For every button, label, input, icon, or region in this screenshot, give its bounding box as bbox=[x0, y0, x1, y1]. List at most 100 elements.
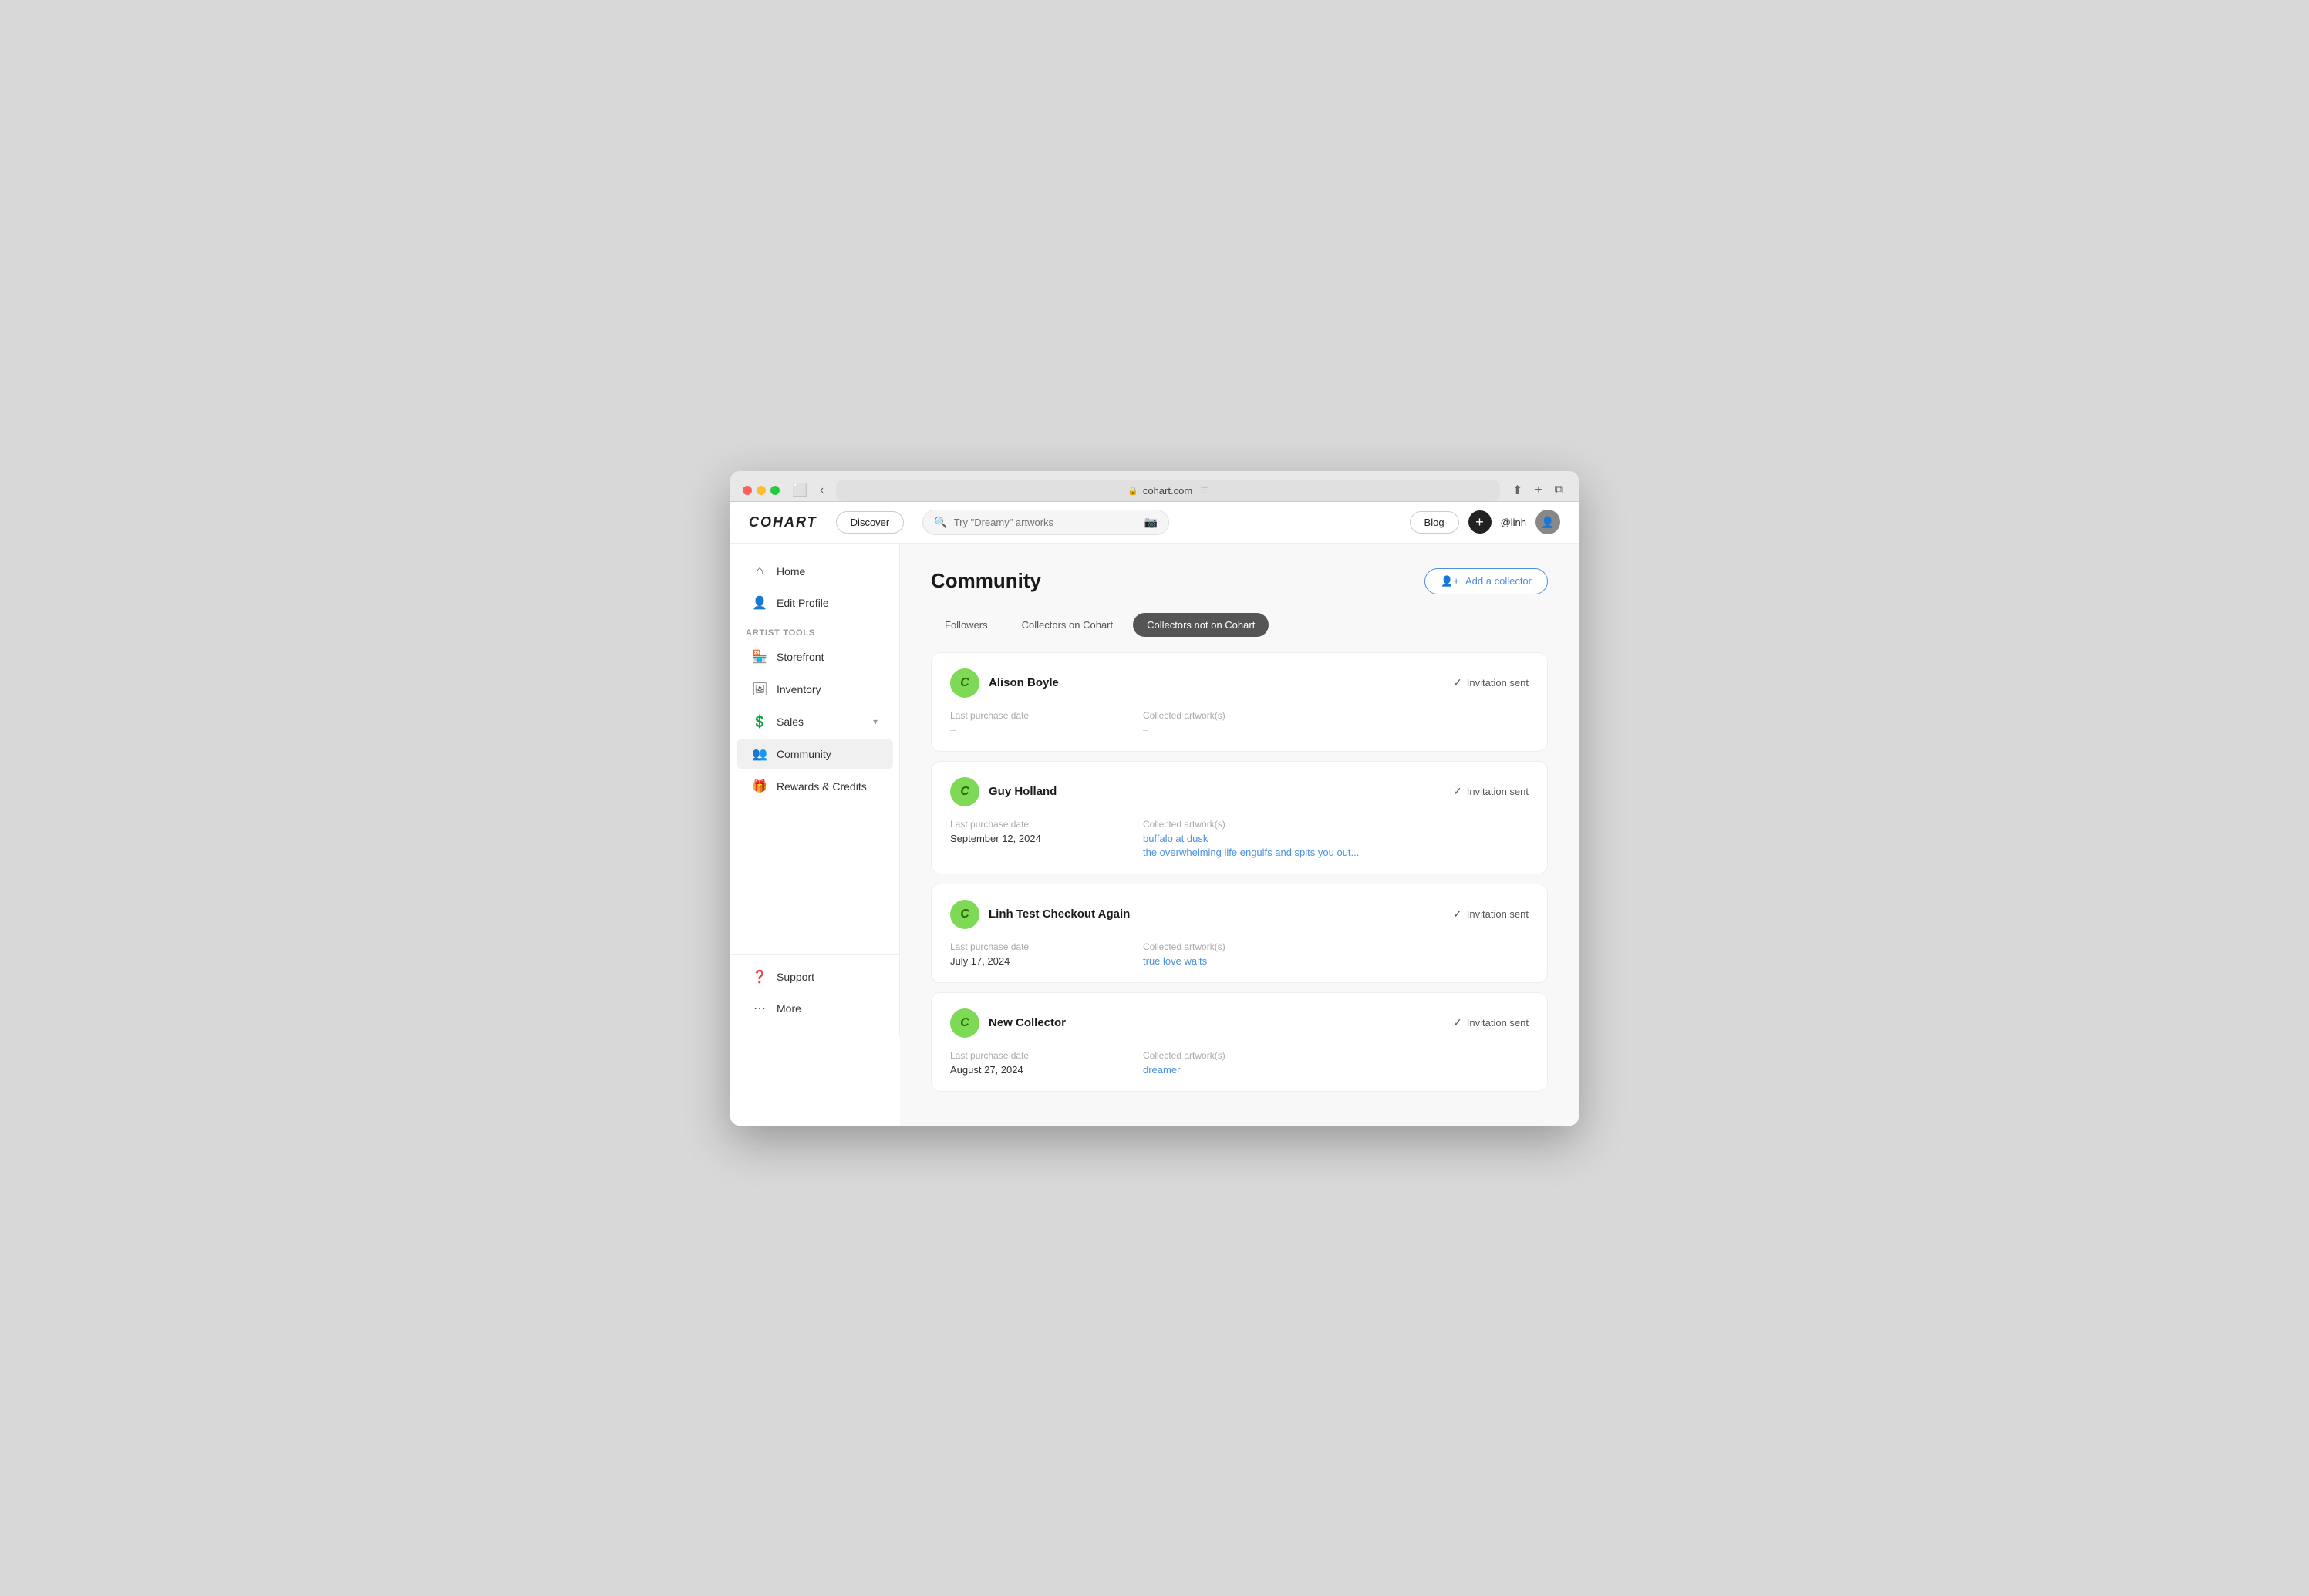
collected-artworks-field: Collected artwork(s) buffalo at dusk the … bbox=[1143, 819, 1359, 858]
card-bottom: Last purchase date – Collected artwork(s… bbox=[950, 710, 1529, 736]
sidebar-item-support[interactable]: ❓ Support bbox=[737, 961, 893, 992]
sidebar-item-edit-profile[interactable]: 👤 Edit Profile bbox=[737, 588, 893, 618]
tab-collectors-not-on-cohart[interactable]: Collectors not on Cohart bbox=[1133, 613, 1269, 637]
search-bar[interactable]: 🔍 📷 bbox=[922, 510, 1169, 535]
sidebar-more-label: More bbox=[777, 1002, 801, 1015]
artwork-link[interactable]: buffalo at dusk bbox=[1143, 833, 1359, 844]
invitation-status: ✓ Invitation sent bbox=[1453, 907, 1529, 921]
sidebar-sales-label: Sales bbox=[777, 716, 804, 728]
collected-artworks-label: Collected artwork(s) bbox=[1143, 819, 1359, 830]
card-bottom: Last purchase date August 27, 2024 Colle… bbox=[950, 1050, 1529, 1076]
collected-artworks-label: Collected artwork(s) bbox=[1143, 1050, 1336, 1061]
collector-avatar: C bbox=[950, 900, 979, 929]
collected-artworks-field: Collected artwork(s) dreamer bbox=[1143, 1050, 1336, 1076]
last-purchase-label: Last purchase date bbox=[950, 819, 1143, 830]
search-input[interactable] bbox=[954, 517, 1138, 528]
tab-followers[interactable]: Followers bbox=[931, 613, 1002, 637]
close-traffic-light[interactable] bbox=[743, 486, 752, 495]
url-text: cohart.com bbox=[1143, 485, 1192, 497]
collector-info: C Alison Boyle bbox=[950, 668, 1059, 698]
page-header: Community 👤+ Add a collector bbox=[931, 568, 1548, 594]
last-purchase-label: Last purchase date bbox=[950, 941, 1143, 952]
collector-card: C Linh Test Checkout Again ✓ Invitation … bbox=[931, 884, 1548, 983]
add-collector-label: Add a collector bbox=[1465, 575, 1532, 587]
avatar[interactable]: 👤 bbox=[1535, 510, 1560, 534]
collector-avatar: C bbox=[950, 1008, 979, 1038]
sidebar-item-storefront[interactable]: 🏪 Storefront bbox=[737, 641, 893, 672]
support-icon: ❓ bbox=[752, 969, 767, 985]
main-layout: ⌂ Home 👤 Edit Profile ARTIST TOOLS 🏪 Sto… bbox=[730, 544, 1579, 1126]
last-purchase-label: Last purchase date bbox=[950, 1050, 1143, 1061]
collectors-list: C Alison Boyle ✓ Invitation sent Last pu… bbox=[931, 652, 1548, 1092]
new-tab-button[interactable]: + bbox=[1532, 481, 1545, 500]
artwork-list: buffalo at dusk the overwhelming life eng… bbox=[1143, 833, 1359, 858]
minimize-traffic-light[interactable] bbox=[757, 486, 766, 495]
invitation-status-label: Invitation sent bbox=[1467, 786, 1529, 797]
collector-info: C Guy Holland bbox=[950, 777, 1057, 806]
sidebar-item-home[interactable]: ⌂ Home bbox=[737, 557, 893, 586]
search-icon: 🔍 bbox=[934, 516, 947, 529]
sidebar-home-label: Home bbox=[777, 565, 805, 577]
fullscreen-traffic-light[interactable] bbox=[770, 486, 780, 495]
reader-icon: ☰ bbox=[1200, 485, 1208, 496]
collector-name: New Collector bbox=[989, 1016, 1066, 1029]
tabs-button[interactable]: ⧉ bbox=[1552, 481, 1566, 500]
collector-card: C Guy Holland ✓ Invitation sent Last pur… bbox=[931, 761, 1548, 874]
sidebar-item-community[interactable]: 👥 Community bbox=[737, 739, 893, 769]
checkmark-icon: ✓ bbox=[1453, 907, 1462, 921]
add-button[interactable]: + bbox=[1468, 510, 1492, 534]
sidebar-storefront-label: Storefront bbox=[777, 651, 824, 663]
artwork-list: dreamer bbox=[1143, 1064, 1336, 1076]
sidebar-item-inventory[interactable]: 🖼 Inventory bbox=[737, 674, 893, 705]
collected-artworks-field: Collected artwork(s) – bbox=[1143, 710, 1336, 736]
collector-name: Alison Boyle bbox=[989, 676, 1059, 689]
last-purchase-label: Last purchase date bbox=[950, 710, 1143, 721]
artwork-link[interactable]: true love waits bbox=[1143, 955, 1336, 967]
top-nav: COHART Discover 🔍 📷 Blog + @linh 👤 bbox=[730, 502, 1579, 544]
collected-artworks-label: Collected artwork(s) bbox=[1143, 710, 1336, 721]
add-collector-icon: 👤+ bbox=[1441, 575, 1459, 588]
sidebar-toggle-button[interactable]: ⬜ bbox=[789, 481, 811, 500]
address-bar[interactable]: 🔒 cohart.com ☰ bbox=[836, 480, 1500, 501]
sidebar-item-more[interactable]: ⋯ More bbox=[737, 993, 893, 1024]
artist-tools-section: ARTIST TOOLS bbox=[730, 619, 899, 641]
collector-card: C New Collector ✓ Invitation sent Last p… bbox=[931, 992, 1548, 1092]
more-icon: ⋯ bbox=[752, 1001, 767, 1016]
main-content: Community 👤+ Add a collector FollowersCo… bbox=[900, 544, 1579, 1126]
last-purchase-field: Last purchase date July 17, 2024 bbox=[950, 941, 1143, 967]
blog-button[interactable]: Blog bbox=[1410, 511, 1459, 534]
card-top: C Linh Test Checkout Again ✓ Invitation … bbox=[950, 900, 1529, 929]
purchase-date-value: September 12, 2024 bbox=[950, 833, 1143, 844]
share-button[interactable]: ⬆ bbox=[1509, 481, 1525, 500]
checkmark-icon: ✓ bbox=[1453, 1016, 1462, 1029]
purchase-date-value: August 27, 2024 bbox=[950, 1064, 1143, 1076]
artwork-list: – bbox=[1143, 724, 1336, 736]
last-purchase-field: Last purchase date September 12, 2024 bbox=[950, 819, 1143, 844]
sidebar-rewards-label: Rewards & Credits bbox=[777, 780, 867, 793]
checkmark-icon: ✓ bbox=[1453, 676, 1462, 689]
sidebar-item-sales[interactable]: 💲 Sales ▾ bbox=[737, 706, 893, 737]
checkmark-icon: ✓ bbox=[1453, 785, 1462, 798]
traffic-lights bbox=[743, 486, 780, 495]
tab-collectors-on-cohart[interactable]: Collectors on Cohart bbox=[1008, 613, 1128, 637]
discover-button[interactable]: Discover bbox=[836, 511, 905, 534]
collector-card: C Alison Boyle ✓ Invitation sent Last pu… bbox=[931, 652, 1548, 752]
lock-icon: 🔒 bbox=[1128, 486, 1138, 496]
sidebar-item-rewards[interactable]: 🎁 Rewards & Credits bbox=[737, 771, 893, 802]
card-top: C Guy Holland ✓ Invitation sent bbox=[950, 777, 1529, 806]
sidebar-community-label: Community bbox=[777, 748, 831, 760]
purchase-date-value: July 17, 2024 bbox=[950, 955, 1143, 967]
home-icon: ⌂ bbox=[752, 564, 767, 578]
back-button[interactable]: ‹ bbox=[817, 481, 827, 500]
purchase-date-value: – bbox=[950, 724, 1143, 736]
inventory-icon: 🖼 bbox=[752, 682, 767, 697]
collected-artworks-field: Collected artwork(s) true love waits bbox=[1143, 941, 1336, 967]
username-label: @linh bbox=[1501, 517, 1526, 528]
artwork-link[interactable]: the overwhelming life engulfs and spits … bbox=[1143, 847, 1359, 858]
last-purchase-field: Last purchase date – bbox=[950, 710, 1143, 736]
camera-icon[interactable]: 📷 bbox=[1144, 516, 1158, 529]
person-icon: 👤 bbox=[752, 595, 767, 611]
page-title: Community bbox=[931, 569, 1041, 593]
add-collector-button[interactable]: 👤+ Add a collector bbox=[1424, 568, 1548, 594]
artwork-link[interactable]: dreamer bbox=[1143, 1064, 1336, 1076]
